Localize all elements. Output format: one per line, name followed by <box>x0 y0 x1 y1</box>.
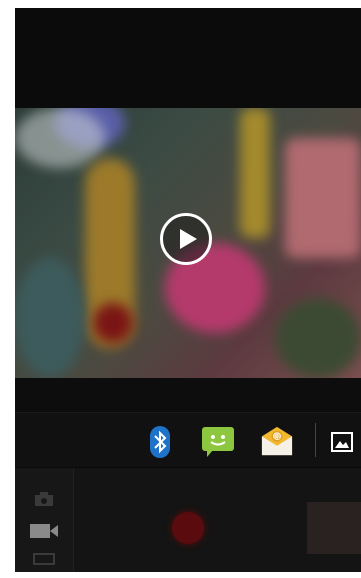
camera-icon <box>35 492 53 506</box>
camera-mode-button[interactable] <box>29 488 59 510</box>
email-icon: @ <box>261 426 293 456</box>
play-icon <box>180 229 197 249</box>
gallery-icon <box>331 432 353 452</box>
preview-blob <box>15 108 105 168</box>
panorama-mode-button[interactable] <box>29 548 59 570</box>
preview-blob <box>15 258 85 378</box>
camera-controls <box>15 468 361 572</box>
share-bar: @ <box>15 412 361 467</box>
preview-blob <box>285 138 361 258</box>
panorama-icon <box>33 553 55 565</box>
top-bar <box>15 8 361 108</box>
share-divider <box>315 423 316 457</box>
preview-blob <box>275 298 361 378</box>
bluetooth-icon <box>150 426 170 458</box>
gallery-button[interactable] <box>325 425 359 459</box>
last-capture-thumbnail[interactable] <box>307 502 361 554</box>
preview-blob <box>93 303 133 343</box>
messaging-icon <box>202 427 234 457</box>
svg-text:@: @ <box>273 432 281 441</box>
messaging-share-button[interactable] <box>201 425 235 459</box>
play-button[interactable] <box>160 213 212 265</box>
video-preview[interactable] <box>15 108 361 378</box>
preview-blob <box>240 108 270 238</box>
bluetooth-share-button[interactable] <box>143 425 177 459</box>
record-button[interactable] <box>172 512 204 544</box>
video-mode-button[interactable] <box>29 520 59 542</box>
email-share-button[interactable]: @ <box>260 425 294 459</box>
video-camera-icon <box>30 524 58 538</box>
camera-app-screen: @ <box>15 8 361 572</box>
mode-switcher <box>15 468 74 572</box>
